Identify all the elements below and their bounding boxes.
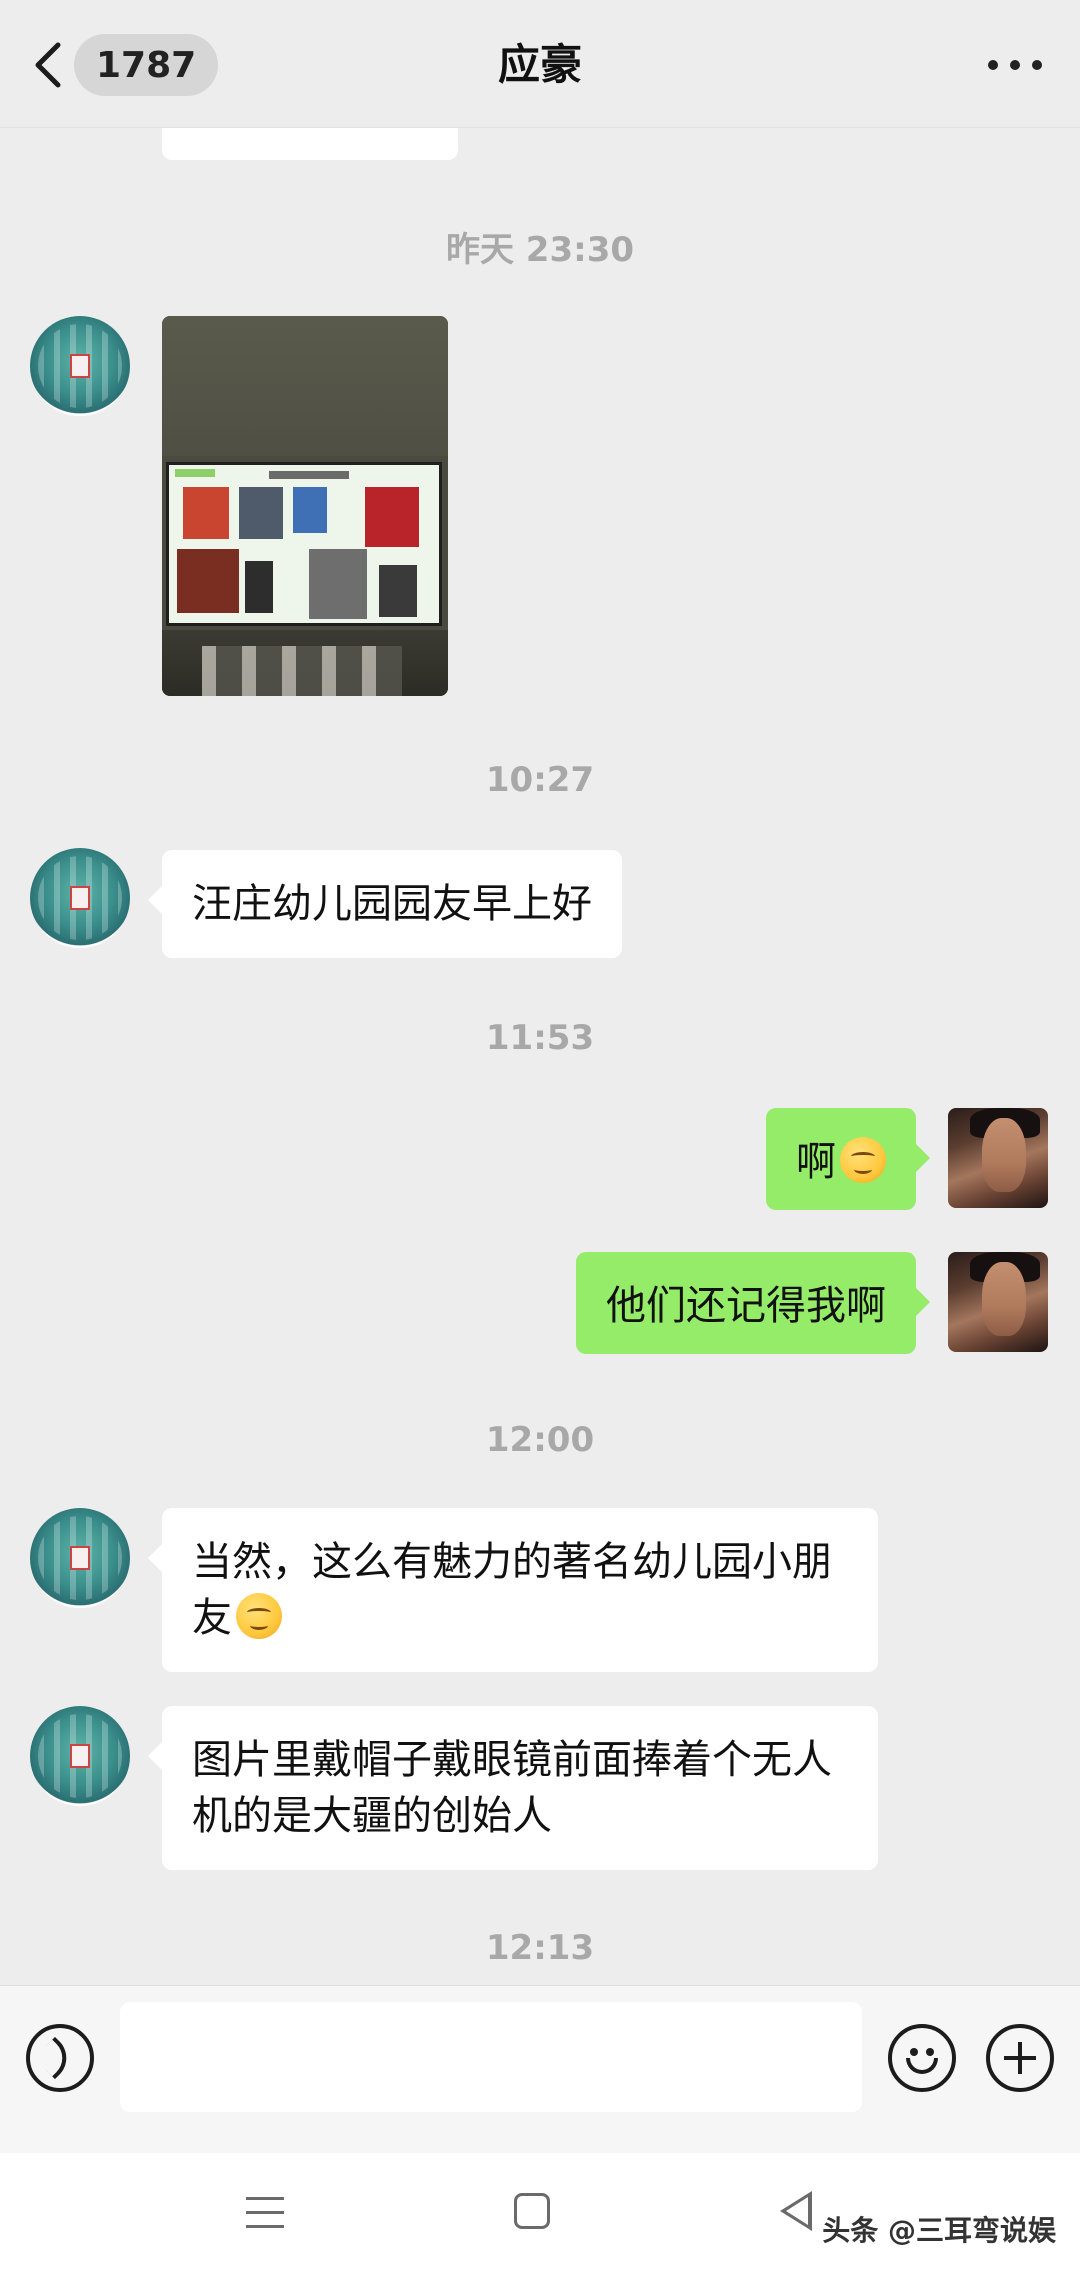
emoji-icon[interactable] xyxy=(888,2024,956,2092)
photo-tile xyxy=(365,487,419,547)
chat-area[interactable]: 昨天 23:30 10:27 汪庄幼儿园园友早上好 11:53 啊 他们还记得我… xyxy=(0,0,1080,1985)
thinking-emoji-icon xyxy=(840,1137,886,1183)
photo-tile xyxy=(379,565,417,617)
watermark: 头条 @三耳弯说娱 xyxy=(822,2214,1056,2247)
message-text: 他们还记得我啊 xyxy=(606,1283,886,1329)
emoji-eye xyxy=(910,2048,918,2056)
avatar-stamp xyxy=(70,354,90,378)
system-nav-bar: 头条 @三耳弯说娱 xyxy=(0,2153,1080,2286)
avatar-stamp xyxy=(70,1744,90,1768)
voice-wave xyxy=(33,2036,77,2080)
voice-icon[interactable] xyxy=(26,2024,94,2092)
timestamp: 12:13 xyxy=(485,1928,595,1968)
message-text: 啊 xyxy=(796,1139,836,1185)
plus-icon[interactable] xyxy=(986,2024,1054,2092)
input-bar xyxy=(0,1985,1080,2153)
photo-tile xyxy=(177,549,239,613)
emoji-mouth xyxy=(906,2058,938,2074)
message-bubble[interactable]: 当然，这么有魅力的著名幼儿园小朋友 xyxy=(148,1508,878,1672)
timestamp: 昨天 23:30 xyxy=(445,230,635,270)
dot xyxy=(988,60,998,70)
message-input[interactable] xyxy=(120,2002,862,2112)
avatar[interactable] xyxy=(30,848,130,948)
photo-stand xyxy=(202,646,402,696)
avatar-self[interactable] xyxy=(948,1252,1048,1352)
dot xyxy=(1032,60,1042,70)
message-text: 当然，这么有魅力的著名幼儿园小朋友 xyxy=(192,1539,832,1641)
dot xyxy=(1010,60,1020,70)
photo-tile xyxy=(183,487,229,539)
message-bubble[interactable]: 图片里戴帽子戴眼镜前面捧着个无人机的是大疆的创始人 xyxy=(148,1706,878,1870)
avatar[interactable] xyxy=(30,1508,130,1608)
avatar-stamp xyxy=(70,1546,90,1570)
menu-icon[interactable] xyxy=(246,2195,284,2231)
chat-header: 1787 应豪 xyxy=(0,0,1080,128)
avatar-stamp xyxy=(70,886,90,910)
photo-tile xyxy=(239,487,283,539)
photo-wall xyxy=(162,316,448,456)
message-text: 图片里戴帽子戴眼镜前面捧着个无人机的是大疆的创始人 xyxy=(192,1737,832,1839)
avatar[interactable] xyxy=(30,316,130,416)
avatar-face xyxy=(982,1262,1026,1336)
chat-title: 应豪 xyxy=(497,40,582,89)
screen-header-bar xyxy=(175,469,215,477)
photo-message[interactable] xyxy=(162,316,448,696)
home-icon[interactable] xyxy=(514,2193,550,2229)
avatar-face xyxy=(982,1118,1026,1192)
timestamp: 11:53 xyxy=(485,1018,595,1058)
message-text: 汪庄幼儿园园友早上好 xyxy=(192,881,592,927)
avatar-self[interactable] xyxy=(948,1108,1048,1208)
photo-tile xyxy=(309,549,367,619)
avatar[interactable] xyxy=(30,1706,130,1806)
more-dots-icon[interactable] xyxy=(980,40,1050,90)
timestamp: 12:00 xyxy=(485,1420,595,1460)
timestamp: 10:27 xyxy=(485,760,595,800)
back-triangle-icon[interactable] xyxy=(780,2191,812,2231)
emoji-eye xyxy=(926,2048,934,2056)
message-bubble-self[interactable]: 他们还记得我啊 xyxy=(576,1252,930,1354)
photo-tile xyxy=(293,487,327,533)
message-bubble-self[interactable]: 啊 xyxy=(766,1108,930,1210)
message-bubble[interactable]: 汪庄幼儿园园友早上好 xyxy=(148,850,622,958)
photo-tile xyxy=(245,561,273,613)
photo-screen xyxy=(166,462,442,626)
screen-caption xyxy=(269,471,349,479)
thinking-emoji-icon xyxy=(236,1593,282,1639)
